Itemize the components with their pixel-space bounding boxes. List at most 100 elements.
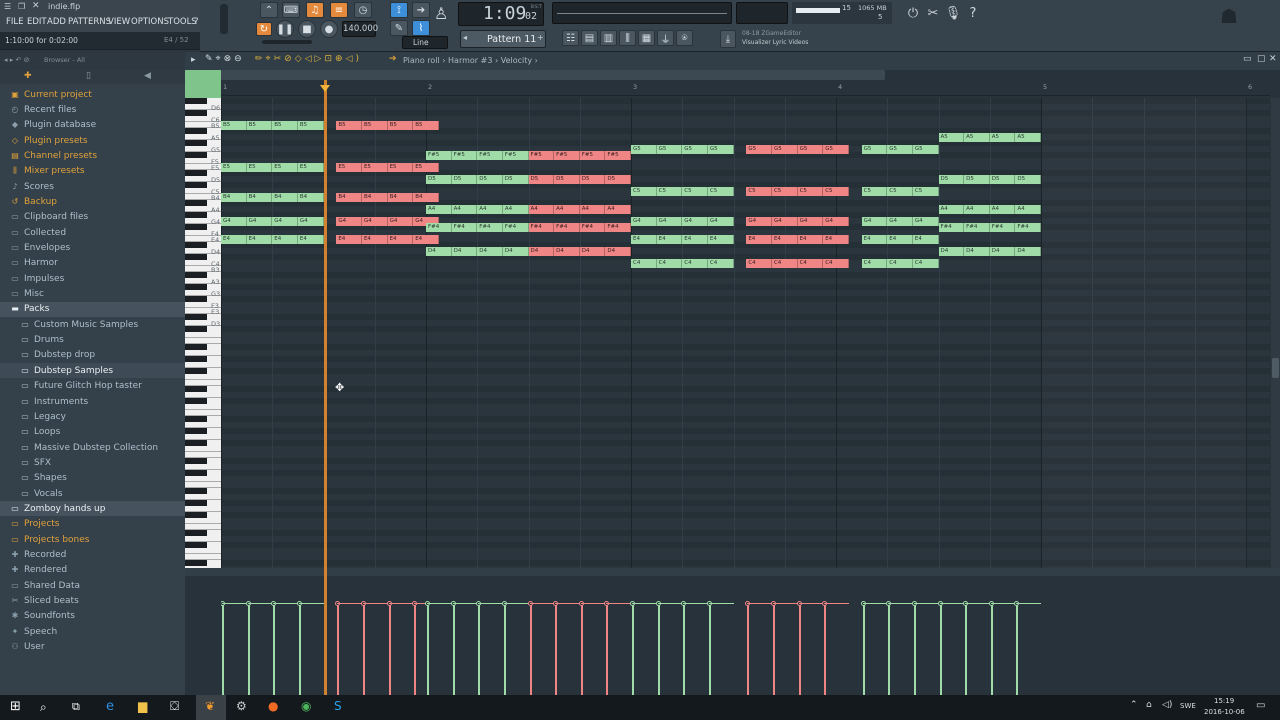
note[interactable]: E4 [297,235,324,244]
note[interactable]: F#4 [605,223,631,232]
browser-item[interactable]: ▬ Packs [0,301,185,317]
piano-roll-tools[interactable]: ✎⌖⊗⊖ [205,54,245,64]
note[interactable]: A4 [1015,205,1041,214]
note[interactable]: G4 [361,217,388,226]
close-icon[interactable]: ✕ [32,1,40,11]
menu-options[interactable]: OPTIONS [131,17,169,27]
note[interactable]: C5 [912,187,939,196]
note[interactable]: C5 [887,187,913,196]
blend-notes-button[interactable]: ≡ [330,2,348,18]
master-pitch-slider[interactable] [262,40,312,44]
note[interactable]: F#4 [1015,223,1041,232]
language-indicator[interactable]: SWE [1180,702,1196,710]
note[interactable]: A5 [938,133,965,142]
note[interactable]: C5 [861,187,888,196]
browser-item[interactable]: ▭ Dubstep drop [0,348,185,363]
note[interactable]: A5 [964,133,990,142]
note[interactable]: G4 [272,217,298,226]
browser-item[interactable]: ▭ Projects bones [0,532,185,547]
browser-item[interactable]: ▭ Envelopes [0,241,185,256]
note[interactable]: G5 [682,145,708,154]
browser-item[interactable]: ⚇ User [0,640,185,655]
velocity-bar[interactable] [337,604,340,695]
note[interactable]: G5 [797,145,824,154]
speaker-icon[interactable]: ◀ [144,71,151,81]
browser-item[interactable]: ▭ Collected [0,225,185,240]
velocity-bar[interactable] [939,604,942,695]
velocity-bar[interactable] [632,604,634,695]
file-icon[interactable]: ▯ [86,71,91,81]
note[interactable]: D5 [426,175,452,184]
browser-item[interactable]: ♪ Scores [0,179,185,194]
note[interactable]: E4 [771,235,798,244]
velocity-bar[interactable] [824,604,827,695]
note[interactable]: G4 [771,217,798,226]
note[interactable]: B4 [413,193,439,202]
browser-item[interactable]: ▭ Vocals [0,486,185,501]
note[interactable]: G5 [861,145,888,154]
note[interactable]: G5 [771,145,798,154]
note[interactable]: A4 [451,205,478,214]
note[interactable]: C4 [771,259,798,268]
clock-time[interactable]: 15:19 [1214,697,1234,705]
explorer-icon[interactable]: ▆ [138,699,147,713]
note[interactable]: B5 [361,121,388,130]
note[interactable]: A4 [502,205,529,214]
restore-icon[interactable]: ❐ [18,2,25,11]
note[interactable]: A5 [989,133,1016,142]
note[interactable]: C4 [861,259,888,268]
plugin-picker-icon[interactable]: ⏚ [657,30,674,46]
note[interactable]: E4 [272,235,298,244]
note[interactable]: F#4 [964,223,990,232]
note[interactable]: A4 [554,205,580,214]
tempo-display[interactable]: 140.000 [342,21,378,37]
note[interactable]: A5 [1015,133,1041,142]
note[interactable]: A4 [938,205,965,214]
note[interactable]: F#5 [426,151,452,160]
typing-keyboard-button[interactable]: ⌨ [282,2,300,18]
note[interactable]: B4 [246,193,273,202]
velocity-bar[interactable] [503,604,506,695]
note[interactable]: G4 [707,217,734,226]
step-edit-button[interactable]: ♫ [306,2,324,18]
browser-item[interactable]: ▣ Current project [0,87,185,102]
note[interactable]: A4 [528,205,555,214]
note[interactable]: G4 [246,217,273,226]
note[interactable]: D4 [451,247,478,256]
maximize-icon[interactable]: ▢ [1257,54,1266,64]
note[interactable]: F#5 [605,151,631,160]
note[interactable]: A4 [989,205,1016,214]
browser-item[interactable]: ◇ Plugin presets [0,133,185,148]
note[interactable]: G4 [797,217,824,226]
network-icon[interactable]: ⌂ [1146,700,1152,710]
note[interactable]: B5 [297,121,324,130]
note[interactable]: E4 [221,235,247,244]
note[interactable]: D5 [451,175,478,184]
note[interactable]: C4 [656,259,683,268]
velocity-bar[interactable] [414,604,417,695]
note[interactable]: B5 [336,121,362,130]
note[interactable]: C4 [887,259,913,268]
browser-item[interactable]: ▭ Projects [0,517,185,532]
browser-item[interactable]: ◴ Recent files [0,102,185,117]
browser-item[interactable]: ▭ Misc [0,287,185,302]
menu-view[interactable]: VIEW [108,17,130,27]
timeline-ruler[interactable]: 1 2 3 4 5 6 [221,80,1270,96]
note[interactable]: F#4 [426,223,452,232]
note[interactable]: E5 [336,163,362,172]
note[interactable]: G5 [746,145,772,154]
horizontal-scrollbar[interactable] [221,70,885,80]
note[interactable]: D5 [477,175,503,184]
note[interactable]: E5 [361,163,388,172]
note[interactable]: F#5 [579,151,606,160]
note[interactable]: B4 [361,193,388,202]
breadcrumb-channel[interactable]: Harmor #3 [448,56,492,65]
note[interactable]: E4 [387,235,414,244]
note[interactable]: F#4 [989,223,1016,232]
pattern-add-icon[interactable]: + [537,33,544,42]
browser-item[interactable]: ▭ Dubstep Samples [0,363,185,379]
note[interactable]: B4 [297,193,324,202]
note[interactable]: A4 [477,205,503,214]
event-divider[interactable] [185,568,1280,576]
note[interactable]: G4 [631,217,657,226]
